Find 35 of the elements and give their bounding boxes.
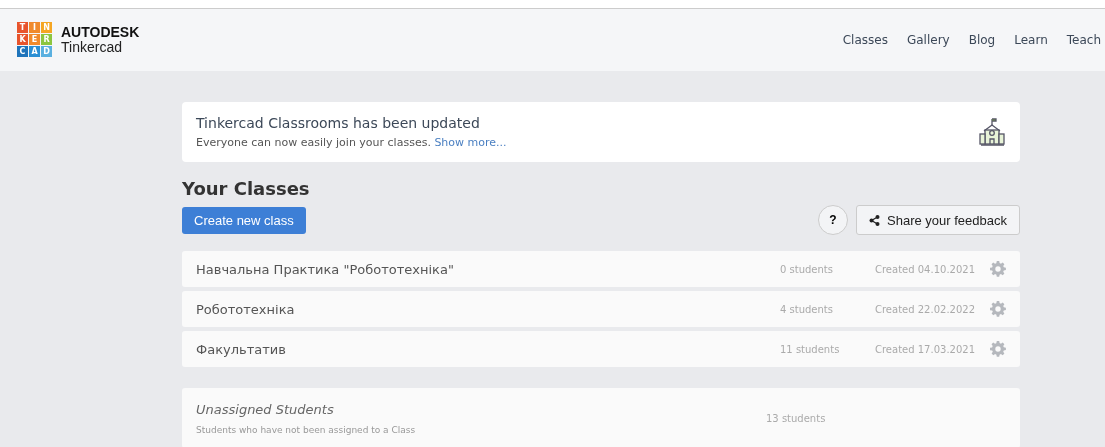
gear-icon[interactable] — [990, 261, 1006, 277]
share-icon — [869, 214, 881, 226]
class-row[interactable]: Факультатив 11 students Created 17.03.2021 — [182, 331, 1020, 367]
nav-link[interactable]: Learn — [1014, 32, 1048, 47]
class-row[interactable]: Робототехніка 4 students Created 22.02.2022 — [182, 291, 1020, 327]
student-count: 13 students — [766, 412, 827, 424]
banner-title: Tinkercad Classrooms has been updated — [196, 115, 481, 131]
unassigned-row[interactable]: Unassigned Students Students who have not been assigned to a Class 13 students — [182, 388, 1020, 447]
created-date: Created 04.10.2021 — [875, 263, 976, 275]
class-row[interactable]: Навчальна Практика "Робототехніка" 0 students Created 04.10.2021 — [182, 251, 1020, 287]
help-button[interactable]: ? — [818, 205, 849, 235]
create-class-button[interactable]: Create new class — [182, 206, 306, 234]
feedback-button[interactable]: Share your feedback — [856, 205, 1020, 235]
product-name: Tinkercad — [61, 39, 123, 55]
student-count: 4 students — [780, 303, 834, 315]
created-date: Created 17.03.2021 — [875, 343, 976, 355]
class-name: Робототехніка — [196, 301, 296, 317]
unassigned-title: Unassigned Students — [196, 401, 335, 417]
gear-icon[interactable] — [990, 301, 1006, 317]
banner-text: Everyone can now easily join your classes. Show more... — [196, 136, 507, 149]
school-icon — [978, 118, 1006, 146]
section-heading: Your Classes — [182, 178, 311, 199]
unassigned-subtitle: Students who have not been assigned to a Class — [196, 424, 417, 435]
created-date: Created 22.02.2022 — [875, 303, 976, 315]
nav-link[interactable]: Gallery — [906, 32, 950, 47]
class-name: Факультатив — [196, 341, 287, 357]
nav-link[interactable]: Teach — [1066, 32, 1101, 47]
brand-name: AUTODESK — [61, 24, 140, 40]
nav-link[interactable]: Classes — [842, 32, 888, 47]
show-more-link[interactable]: Show more... — [434, 136, 507, 149]
student-count: 11 students — [780, 343, 841, 355]
gear-icon[interactable] — [990, 341, 1006, 357]
student-count: 0 students — [780, 263, 834, 275]
class-name: Навчальна Практика "Робототехніка" — [196, 261, 455, 277]
nav-link[interactable]: Blog — [968, 32, 996, 47]
